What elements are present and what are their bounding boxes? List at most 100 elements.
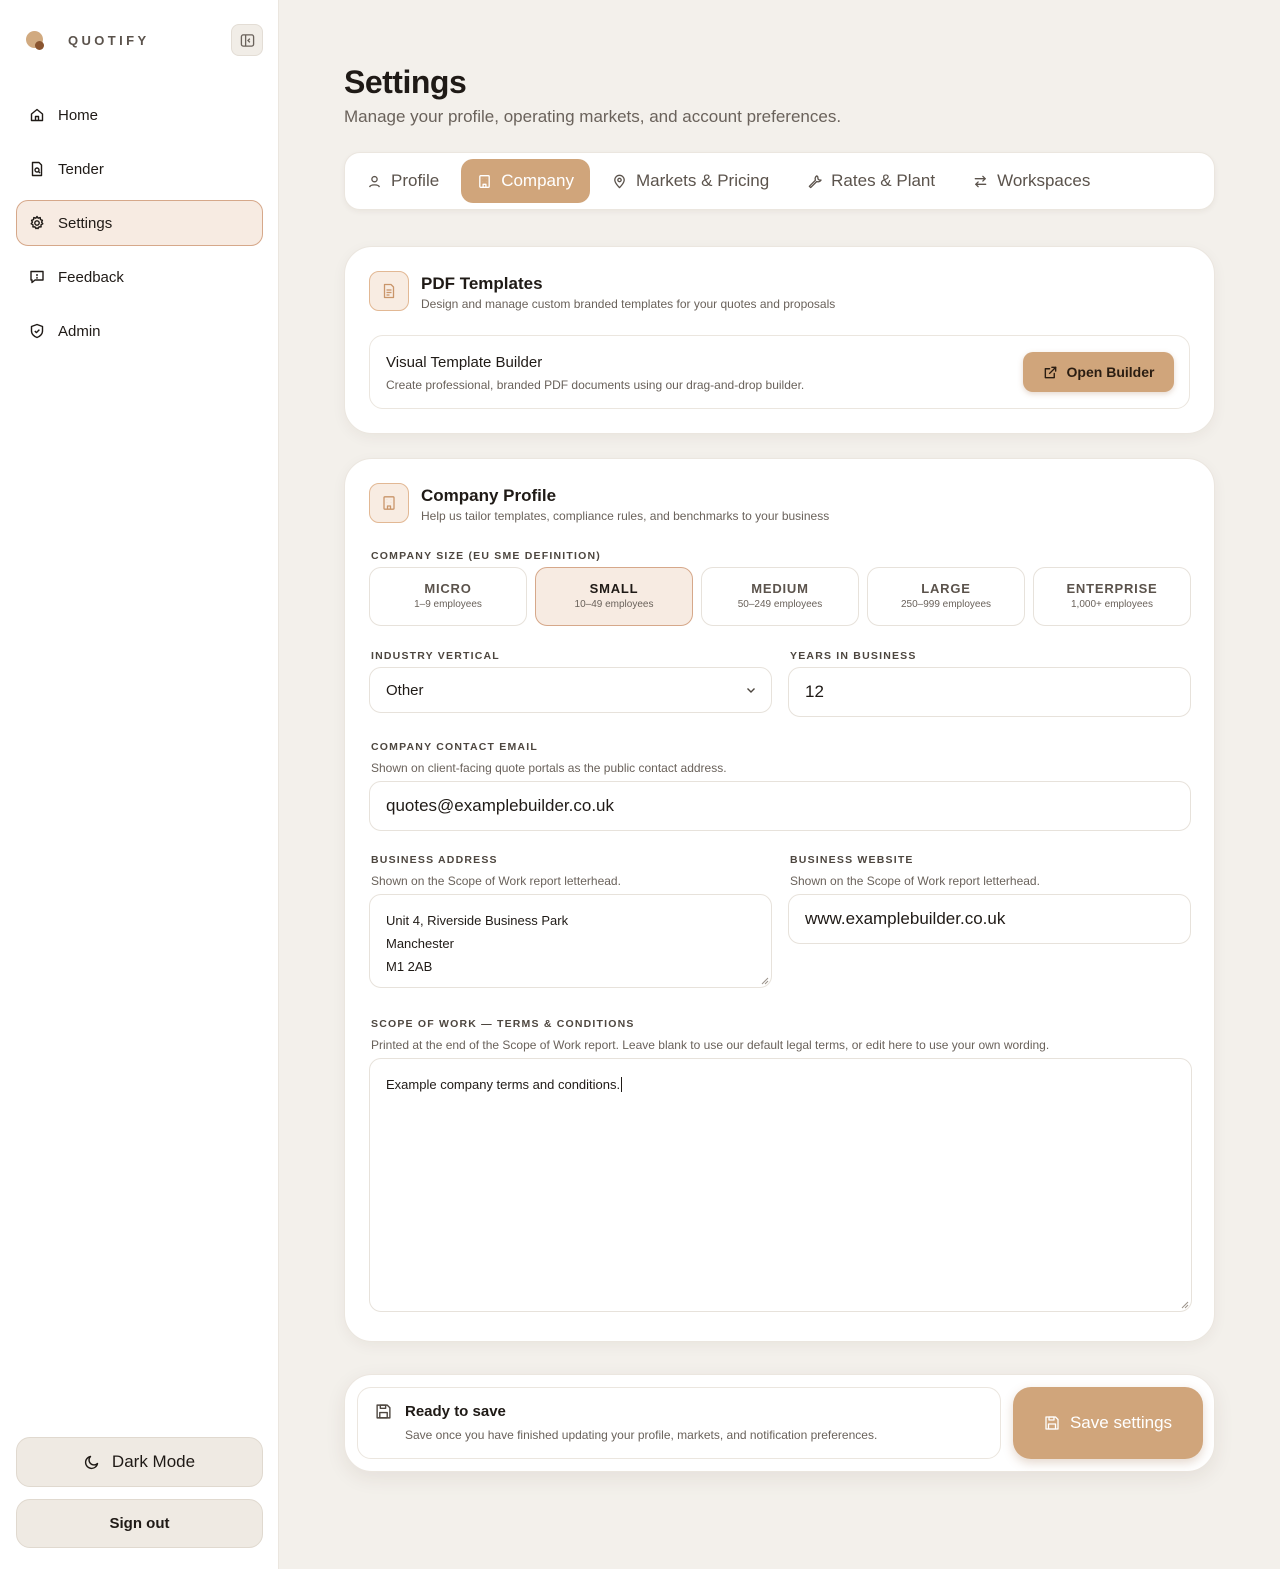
save-icon [376, 1404, 391, 1419]
years-label: YEARS IN BUSINESS [790, 650, 917, 662]
tab-profile[interactable]: Profile [351, 159, 455, 203]
terms-textarea[interactable]: Example company terms and conditions. [369, 1058, 1192, 1312]
industry-label: INDUSTRY VERTICAL [371, 650, 500, 662]
sidebar-item-label: Admin [58, 322, 101, 340]
tab-label: Workspaces [997, 171, 1091, 190]
page-title: Settings [344, 64, 467, 100]
sidebar-item-label: Settings [58, 214, 113, 232]
resize-handle-icon[interactable] [1181, 1301, 1189, 1309]
builder-title: Visual Template Builder [386, 354, 543, 371]
address-line: M1 2AB [386, 959, 433, 974]
tab-markets-pricing[interactable]: Markets & Pricing [596, 159, 785, 203]
size-option-name: MICRO [424, 581, 472, 596]
collapse-sidebar-button[interactable] [231, 24, 263, 56]
industry-select[interactable]: Other [369, 667, 772, 713]
size-option-medium[interactable]: MEDIUM 50–249 employees [701, 567, 859, 626]
sidebar-item-admin[interactable]: Admin [16, 308, 263, 354]
sidebar-nav: Home Tender Settings Feedback Admin [16, 92, 263, 362]
swap-icon [974, 175, 987, 187]
size-option-small[interactable]: SMALL 10–49 employees [535, 567, 693, 626]
website-label: BUSINESS WEBSITE [790, 854, 914, 866]
card-title: Company Profile [421, 486, 557, 505]
size-option-name: MEDIUM [751, 581, 809, 596]
pdf-templates-card: PDF Templates Design and manage custom b… [344, 246, 1215, 434]
sidebar-item-tender[interactable]: Tender [16, 146, 263, 192]
email-hint: Shown on client-facing quote portals as … [371, 761, 727, 775]
save-bar: Ready to save Save once you have finishe… [344, 1374, 1215, 1472]
size-option-range: 1,000+ employees [1070, 599, 1153, 610]
industry-value: Other [386, 681, 424, 699]
tab-rates-plant[interactable]: Rates & Plant [791, 159, 951, 203]
message-icon [30, 270, 44, 284]
sidebar-toggle-icon [240, 33, 254, 47]
dark-mode-button[interactable]: Dark Mode [16, 1437, 263, 1487]
save-title: Ready to save [405, 1403, 506, 1420]
open-builder-label: Open Builder [1066, 364, 1155, 380]
tab-label: Rates & Plant [831, 171, 936, 190]
size-option-large[interactable]: LARGE 250–999 employees [867, 567, 1025, 626]
terms-hint: Printed at the end of the Scope of Work … [371, 1038, 1050, 1052]
moon-icon [84, 1455, 99, 1470]
save-settings-label: Save settings [1069, 1413, 1173, 1432]
years-input[interactable]: 12 [788, 667, 1191, 717]
template-builder-panel: Visual Template Builder Create professio… [369, 335, 1190, 409]
website-field[interactable]: www.examplebuilder.co.uk [788, 894, 1191, 944]
sidebar-item-home[interactable]: Home [16, 92, 263, 138]
page-subtitle: Manage your profile, operating markets, … [344, 107, 842, 126]
size-option-range: 10–49 employees [574, 599, 654, 610]
building-icon [479, 174, 491, 188]
tab-label: Company [501, 171, 574, 190]
save-settings-button[interactable]: Save settings [1013, 1387, 1203, 1459]
sidebar-item-label: Home [58, 106, 99, 124]
size-option-micro[interactable]: MICRO 1–9 employees [369, 567, 527, 626]
size-option-range: 1–9 employees [414, 599, 482, 610]
size-option-name: SMALL [589, 581, 639, 596]
sign-out-button[interactable]: Sign out [16, 1499, 263, 1548]
user-icon [368, 175, 381, 187]
sidebar: QUOTIFY Home Tender Settings Feedback Ad… [0, 0, 279, 1569]
email-label: COMPANY CONTACT EMAIL [371, 741, 538, 753]
email-value: quotes@examplebuilder.co.uk [386, 796, 615, 815]
document-icon [369, 271, 409, 311]
building-icon [369, 483, 409, 523]
sidebar-item-settings[interactable]: Settings [16, 200, 263, 246]
company-profile-card: Company Profile Help us tailor templates… [344, 458, 1215, 1342]
save-icon [1045, 1416, 1059, 1430]
years-value: 12 [805, 682, 824, 701]
address-line: Manchester [386, 936, 454, 951]
company-size-label: COMPANY SIZE (EU SME DEFINITION) [371, 550, 601, 562]
size-option-name: LARGE [921, 581, 971, 596]
size-option-range: 50–249 employees [737, 599, 823, 610]
sidebar-item-feedback[interactable]: Feedback [16, 254, 263, 300]
card-description: Help us tailor templates, compliance rul… [421, 509, 830, 523]
card-title: PDF Templates [421, 274, 543, 293]
save-info-panel: Ready to save Save once you have finishe… [357, 1387, 1001, 1459]
shield-icon [30, 323, 44, 339]
size-option-enterprise[interactable]: ENTERPRISE 1,000+ employees [1033, 567, 1191, 626]
tab-label: Markets & Pricing [635, 171, 770, 190]
settings-tabs: Profile Company Markets & Pricing Rates … [344, 152, 1215, 210]
logo-icon [24, 28, 48, 52]
file-icon [31, 161, 43, 177]
address-line: Unit 4, Riverside Business Park [386, 913, 569, 928]
resize-handle-icon[interactable] [761, 977, 769, 985]
sidebar-item-label: Feedback [58, 268, 124, 286]
brand-name: QUOTIFY [68, 32, 150, 48]
terms-label: SCOPE OF WORK — TERMS & CONDITIONS [371, 1018, 635, 1030]
tab-company[interactable]: Company [461, 159, 590, 203]
dark-mode-label: Dark Mode [111, 1452, 196, 1471]
terms-value: Example company terms and conditions. [386, 1077, 621, 1092]
external-link-icon [1044, 366, 1056, 378]
sign-out-label: Sign out [109, 1515, 170, 1532]
address-textarea[interactable]: Unit 4, Riverside Business Park Manchest… [369, 894, 772, 988]
tab-workspaces[interactable]: Workspaces [957, 159, 1106, 203]
address-label: BUSINESS ADDRESS [371, 854, 498, 866]
save-description: Save once you have finished updating you… [405, 1428, 878, 1442]
website-value: www.examplebuilder.co.uk [805, 909, 1006, 928]
sidebar-item-label: Tender [58, 160, 104, 178]
open-builder-button[interactable]: Open Builder [1023, 352, 1174, 392]
brand[interactable]: QUOTIFY [24, 26, 150, 54]
email-field[interactable]: quotes@examplebuilder.co.uk [369, 781, 1191, 831]
map-pin-icon [614, 174, 625, 188]
tab-label: Profile [391, 171, 440, 190]
